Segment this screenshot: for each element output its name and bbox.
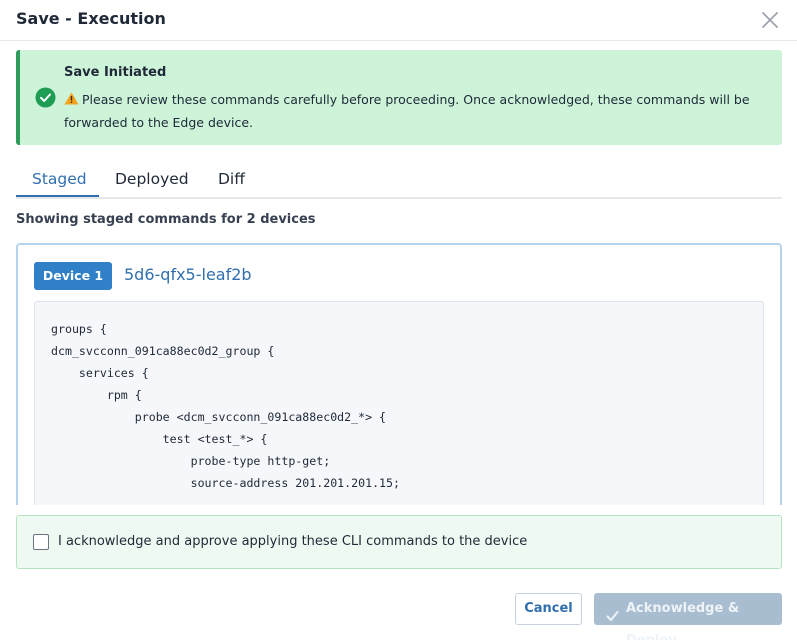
active-tab-indicator — [16, 195, 99, 197]
warning-triangle-icon — [64, 89, 79, 105]
device-panel[interactable]: Device 1 5d6-qfx5-leaf2b groups { dcm_sv… — [16, 243, 782, 505]
tab-deployed[interactable]: Deployed — [115, 170, 189, 188]
acknowledge-checkbox[interactable] — [33, 534, 49, 550]
code-line: probe-type http-get; — [51, 454, 331, 468]
tab-diff[interactable]: Diff — [218, 170, 245, 188]
code-line: probe <dcm_svcconn_091ca88ec0d2_*> { — [51, 410, 387, 424]
code-line: source-address 201.201.201.15; — [51, 476, 401, 490]
code-line: services { — [51, 366, 149, 380]
check-circle-icon — [35, 87, 56, 108]
alert-message-container: Please review these commands carefully b… — [64, 88, 764, 134]
check-icon — [606, 603, 619, 621]
command-code-block[interactable]: groups { dcm_svcconn_091ca88ec0d2_group … — [34, 301, 764, 505]
alert-title: Save Initiated — [64, 65, 167, 80]
tab-bar: Staged Deployed Diff — [16, 164, 782, 199]
cancel-button[interactable]: Cancel — [515, 593, 582, 625]
code-line: rpm { — [51, 388, 142, 402]
code-line: dcm_svcconn_091ca88ec0d2_group { — [51, 344, 275, 358]
save-initiated-alert: Save Initiated Please review these comma… — [16, 50, 782, 145]
close-icon[interactable] — [758, 8, 782, 32]
tab-staged[interactable]: Staged — [32, 170, 87, 188]
staged-summary: Showing staged commands for 2 devices — [16, 212, 316, 227]
modal-header: Save - Execution — [0, 0, 797, 41]
acknowledge-label[interactable]: I acknowledge and approve applying these… — [58, 534, 527, 549]
deploy-button-label: Acknowledge & Deploy — [626, 601, 740, 640]
acknowledge-box: I acknowledge and approve applying these… — [16, 515, 782, 569]
modal-title: Save - Execution — [16, 9, 166, 28]
device-badge: Device 1 — [34, 262, 112, 290]
save-execution-modal: Save - Execution Save Initiated Please r… — [0, 0, 797, 640]
device-name: 5d6-qfx5-leaf2b — [124, 265, 252, 284]
alert-message: Please review these commands carefully b… — [64, 92, 750, 130]
code-line: groups { — [51, 322, 107, 336]
code-line: test <test_*> { — [51, 432, 268, 446]
acknowledge-deploy-button[interactable]: Acknowledge & Deploy — [594, 593, 782, 640]
